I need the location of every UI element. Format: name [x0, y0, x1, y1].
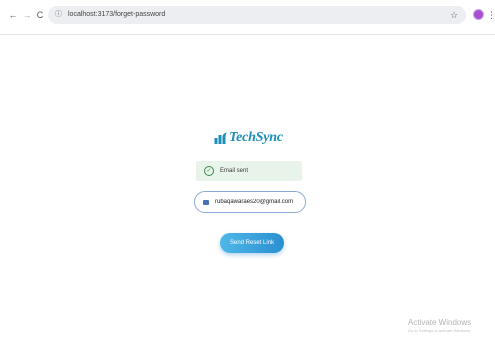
browser-toolbar: ← → C ⓘ localhost:3173/forget-password ☆…	[0, 0, 495, 35]
bookmark-star-icon[interactable]: ☆	[449, 10, 459, 20]
mail-icon	[203, 199, 209, 205]
back-arrow-icon[interactable]: ←	[8, 10, 18, 20]
url-text[interactable]: localhost:3173/forget-password	[68, 10, 165, 20]
address-bar[interactable]: ⓘ localhost:3173/forget-password	[48, 6, 466, 24]
activate-windows-watermark: Activate Windows Go to Settings to activ…	[408, 318, 471, 334]
send-reset-link-button[interactable]: Send Reset Link	[220, 233, 284, 253]
brand-name: TechSync	[229, 130, 283, 145]
site-info-icon[interactable]: ⓘ	[54, 10, 63, 19]
reload-icon[interactable]: C	[35, 10, 45, 20]
check-circle-icon: ✓	[204, 166, 214, 176]
profile-icon[interactable]	[473, 9, 484, 20]
status-banner: ✓ Email sent	[196, 161, 302, 181]
watermark-title: Activate Windows	[408, 318, 472, 327]
menu-icon[interactable]: ⋮	[487, 9, 495, 21]
email-field[interactable]	[194, 191, 306, 213]
email-input[interactable]	[215, 199, 303, 205]
logo-mark-icon	[214, 132, 227, 144]
watermark-subtitle: Go to Settings to activate Windows.	[408, 328, 472, 333]
forward-arrow-icon[interactable]: →	[22, 10, 32, 20]
status-text: Email sent	[220, 168, 249, 174]
techsync-logo: TechSync	[214, 128, 284, 148]
